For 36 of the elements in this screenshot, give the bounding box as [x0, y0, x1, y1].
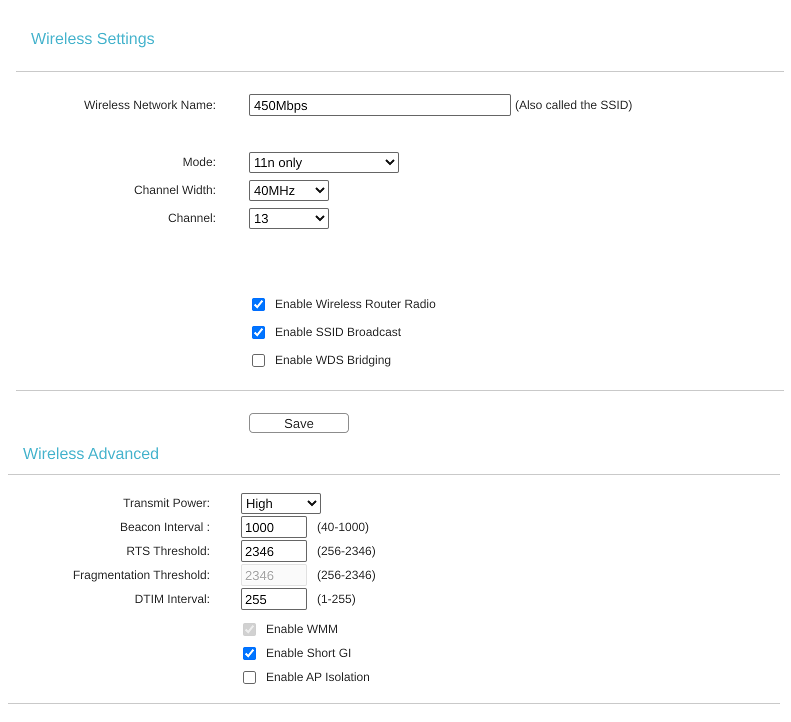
checkbox[interactable]: [243, 646, 256, 660]
input-field[interactable]: 2346: [241, 540, 307, 562]
checkbox-label: Enable WDS Bridging: [275, 353, 392, 367]
input-field[interactable]: 1000: [241, 516, 307, 538]
range-hint: (256-2346): [317, 544, 376, 558]
range-hint: (40-1000): [317, 520, 370, 534]
checkbox-label: Enable Short GI: [266, 646, 352, 660]
checkbox[interactable]: [252, 354, 265, 366]
checkbox-label: Enable SSID Broadcast: [275, 325, 402, 339]
field-label: Beacon Interval :: [118, 520, 210, 534]
checkbox[interactable]: [252, 298, 265, 310]
field-label: Channel Width:: [132, 183, 216, 197]
range-hint: (1-255): [317, 592, 356, 606]
checkbox[interactable]: [252, 326, 265, 338]
checkbox-label: Enable WMM: [266, 622, 338, 636]
checkbox-label: Enable AP Isolation: [266, 670, 370, 684]
network-name-field[interactable]: 450Mbps: [249, 94, 511, 116]
dropdown[interactable]: High: [241, 492, 321, 514]
range-hint: (256-2346): [317, 568, 376, 582]
input-field[interactable]: 255: [241, 588, 307, 610]
field-label: Transmit Power:: [122, 496, 210, 510]
checkbox-label: Enable Wireless Router Radio: [275, 297, 436, 311]
field-label: Mode:: [182, 155, 216, 169]
section-title: Wireless Advanced: [22, 445, 160, 465]
dropdown[interactable]: 40MHz: [249, 180, 329, 200]
save-button[interactable]: Save: [249, 413, 349, 433]
field-label: DTIM Interval:: [134, 592, 210, 606]
checkbox[interactable]: [243, 670, 256, 684]
field-label: Fragmentation Threshold:: [72, 568, 210, 582]
field-label: Wireless Network Name:: [82, 98, 216, 112]
field-label: RTS Threshold:: [125, 544, 210, 558]
field-label: Channel:: [166, 211, 216, 225]
hint-text: (Also called the SSID): [515, 98, 632, 112]
dropdown[interactable]: 11n only: [249, 152, 399, 172]
section-title: Wireless Settings: [30, 30, 156, 50]
dropdown[interactable]: 13: [249, 208, 329, 228]
